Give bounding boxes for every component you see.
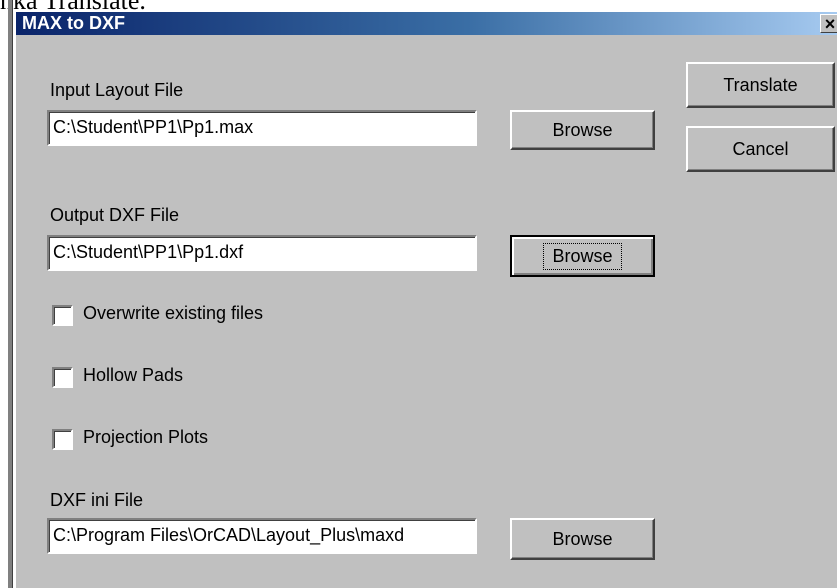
projection-plots-label[interactable]: Projection Plots [83,427,208,448]
close-button[interactable]: × [820,14,837,34]
dxf-ini-browse-button[interactable]: Browse [510,518,655,560]
overwrite-existing-files-label[interactable]: Overwrite existing files [83,303,263,324]
dxf-ini-file-field[interactable]: C:\Program Files\OrCAD\Layout_Plus\maxd [47,518,477,554]
overwrite-existing-files-checkbox[interactable] [52,305,73,326]
title-bar[interactable]: MAX to DXF × [16,12,837,35]
projection-plots-checkbox[interactable] [52,429,73,450]
translate-label: Translate [723,74,798,95]
translate-button[interactable]: Translate [686,62,835,108]
input-browse-button[interactable]: Browse [510,110,655,150]
input-layout-file-field[interactable]: C:\Student\PP1\Pp1.max [47,110,477,146]
window-title: MAX to DXF [22,13,125,33]
cancel-label: Cancel [732,138,789,159]
output-browse-button[interactable]: Browse [510,235,655,277]
window-left-edge [8,0,13,588]
max-to-dxf-dialog: MAX to DXF × Input Layout File C:\Studen… [16,12,837,588]
dxf-ini-file-label: DXF ini File [50,490,144,510]
hollow-pads-checkbox[interactable] [52,367,73,388]
output-browse-label: Browse [543,242,622,270]
close-icon: × [824,14,836,34]
input-layout-file-label: Input Layout File [50,80,184,100]
output-dxf-file-field[interactable]: C:\Student\PP1\Pp1.dxf [47,235,477,271]
dxf-ini-browse-label: Browse [552,528,613,549]
output-dxf-file-label: Output DXF File [50,205,180,225]
cancel-button[interactable]: Cancel [686,126,835,172]
input-browse-label: Browse [552,119,613,140]
hollow-pads-label[interactable]: Hollow Pads [83,365,183,386]
